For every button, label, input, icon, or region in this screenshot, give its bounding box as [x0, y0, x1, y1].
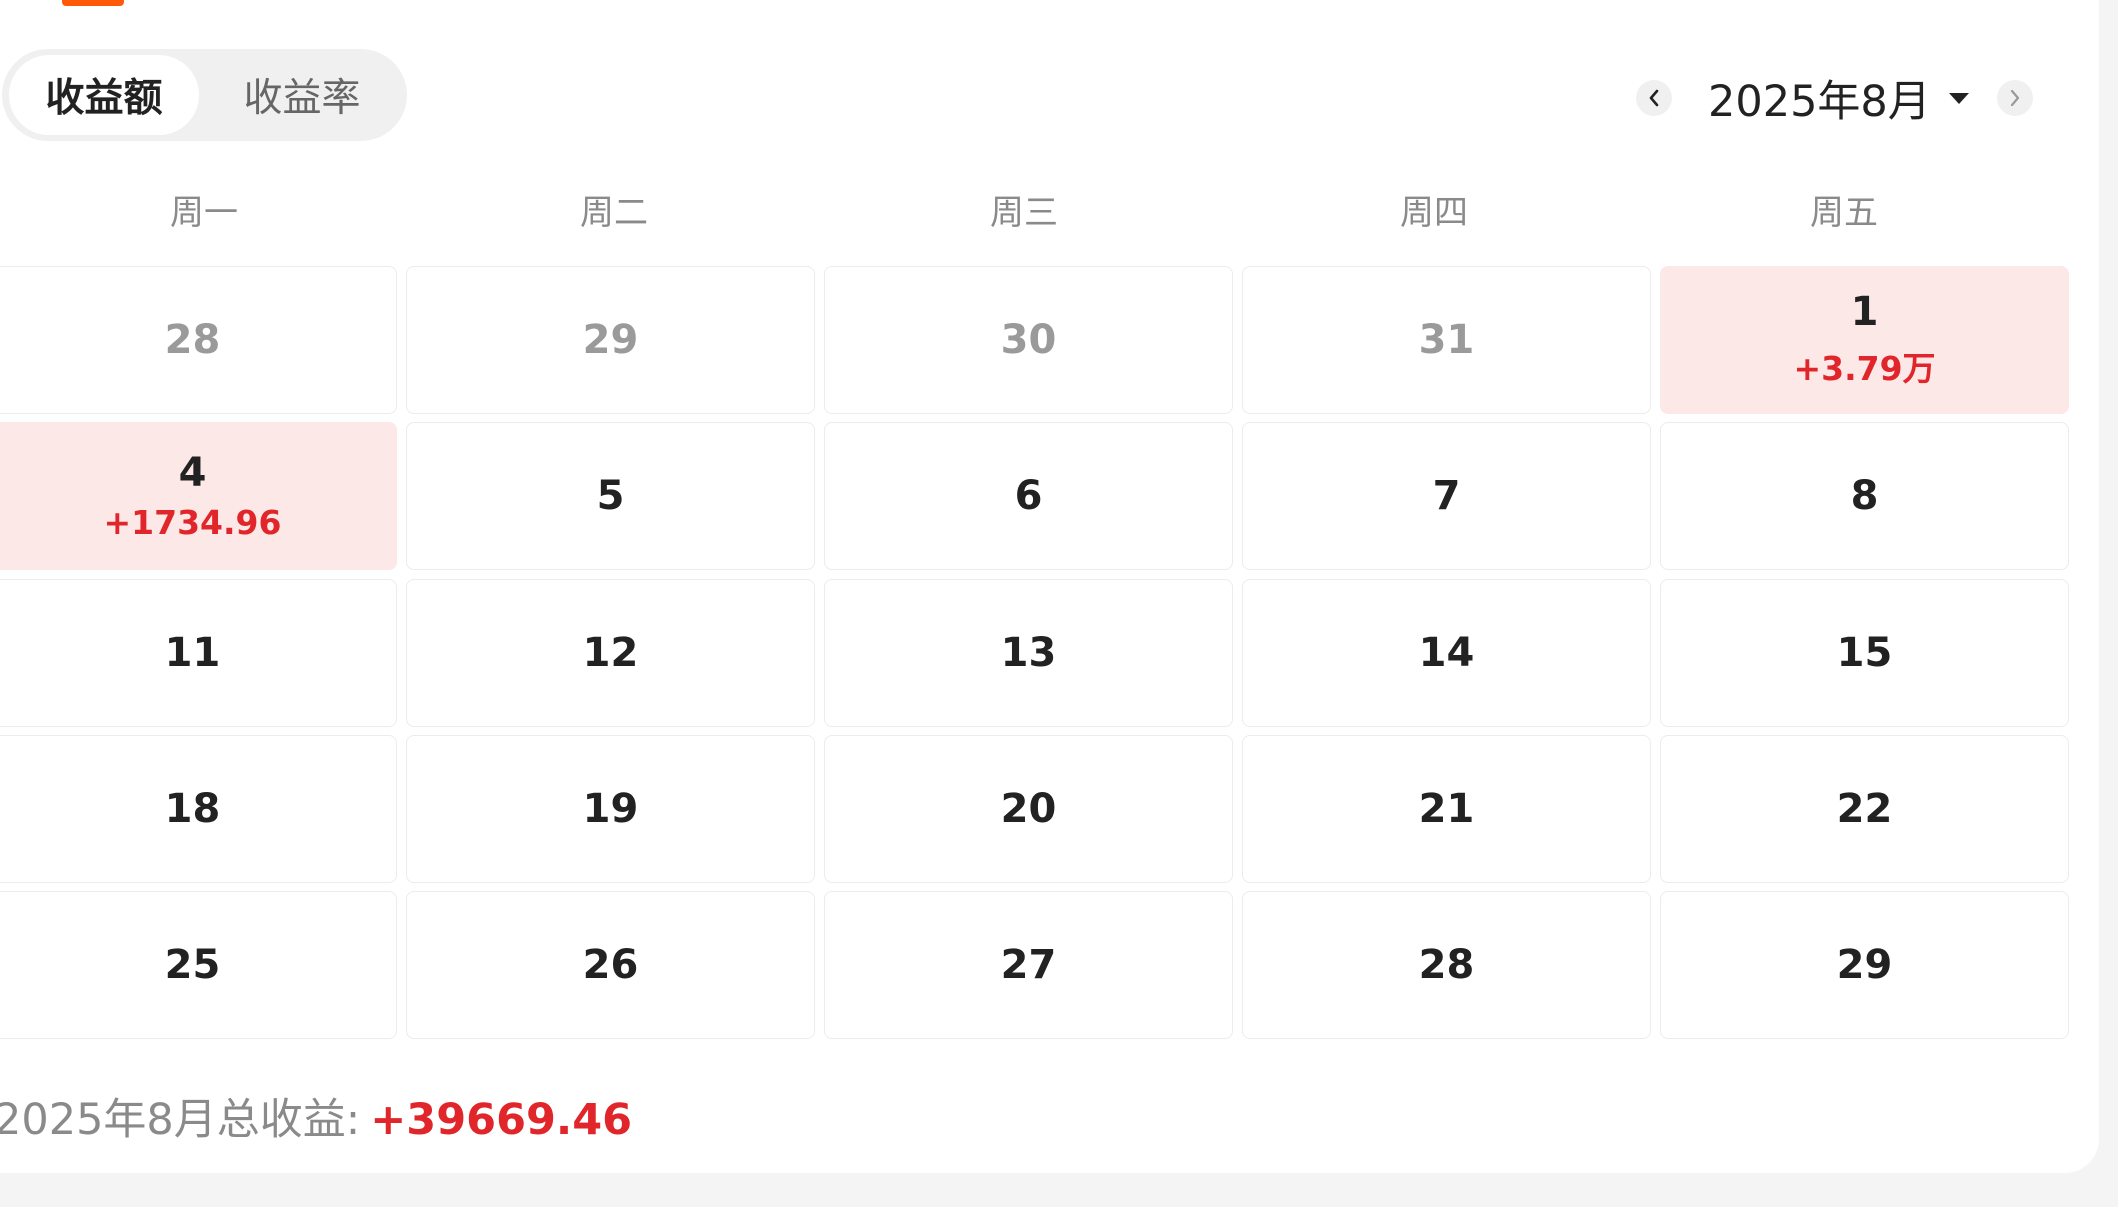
day-number: 27: [1000, 942, 1057, 988]
calendar-day-cell[interactable]: 14: [1242, 579, 1651, 727]
calendar-day-cell[interactable]: 12: [406, 579, 815, 727]
day-number: 22: [1836, 786, 1893, 832]
weekday-label: 周三: [990, 193, 1058, 233]
calendar-day-cell[interactable]: 31: [1242, 266, 1651, 414]
calendar-day-cell[interactable]: 13: [824, 579, 1233, 727]
calendar-day-cell[interactable]: 5: [406, 422, 815, 570]
calendar-day-cell[interactable]: 28: [1242, 891, 1651, 1039]
day-profit: +1734.96: [103, 502, 282, 542]
weekday-header: 周一 周二 周三 周四 周五: [0, 185, 2118, 235]
day-number: 13: [1000, 630, 1057, 676]
day-number: 4: [178, 449, 207, 496]
current-month-label: 2025年8月: [1708, 77, 1931, 127]
calendar-day-cell[interactable]: 26: [406, 891, 815, 1039]
day-number: 25: [164, 942, 221, 988]
calendar-day-cell[interactable]: 28: [0, 266, 397, 414]
tab-profit-rate[interactable]: 收益率: [207, 55, 397, 135]
day-number: 26: [582, 942, 639, 988]
page: 收益额 收益率 2025年8月 周一 周二 周三 周四 周五 28 29 30 31 1 +3.7…: [0, 0, 2118, 1207]
day-number: 8: [1850, 473, 1879, 519]
calendar-day-cell[interactable]: 25: [0, 891, 397, 1039]
day-number: 1: [1850, 289, 1879, 335]
calendar-day-cell[interactable]: 11: [0, 579, 397, 727]
day-number: 29: [1836, 942, 1893, 988]
day-number: 31: [1418, 317, 1475, 363]
tab-profit-amount[interactable]: 收益额: [9, 55, 199, 135]
day-number: 15: [1836, 630, 1893, 676]
calendar-day-cell[interactable]: 7: [1242, 422, 1651, 570]
month-picker[interactable]: 2025年8月: [1708, 67, 1969, 129]
day-number: 20: [1000, 786, 1057, 832]
day-number: 19: [582, 786, 639, 832]
month-navigator: 2025年8月: [1636, 67, 2033, 129]
summary-label: 2025年8月总收益:: [0, 1095, 361, 1145]
weekday-label: 周二: [580, 193, 648, 233]
weekday-label: 周一: [170, 193, 238, 233]
day-number: 5: [596, 473, 625, 519]
day-number: 28: [1418, 942, 1475, 988]
calendar-day-cell[interactable]: 29: [406, 266, 815, 414]
chevron-left-icon: [1649, 89, 1659, 107]
calendar-day-cell[interactable]: 6: [824, 422, 1233, 570]
caret-down-icon: [1948, 92, 1969, 104]
day-number: 6: [1014, 473, 1043, 519]
day-number: 21: [1418, 786, 1475, 832]
calendar-day-cell[interactable]: 4 +1734.96: [0, 422, 397, 570]
calendar-day-cell[interactable]: 21: [1242, 735, 1651, 883]
summary-total: +39669.46: [370, 1095, 633, 1145]
accent-indicator: [62, 0, 124, 6]
metric-toggle: 收益额 收益率: [2, 49, 407, 141]
calendar-day-cell[interactable]: 15: [1660, 579, 2069, 727]
calendar-day-cell[interactable]: 22: [1660, 735, 2069, 883]
calendar-day-cell[interactable]: 27: [824, 891, 1233, 1039]
calendar-day-cell[interactable]: 30: [824, 266, 1233, 414]
day-number: 28: [164, 317, 221, 363]
day-number: 29: [582, 317, 639, 363]
day-number: 7: [1432, 473, 1461, 519]
day-number: 12: [582, 630, 639, 676]
calendar-day-cell[interactable]: 20: [824, 735, 1233, 883]
day-number: 30: [1000, 317, 1057, 363]
prev-month-button[interactable]: [1636, 80, 1672, 116]
calendar-day-cell[interactable]: 29: [1660, 891, 2069, 1039]
day-number: 14: [1418, 630, 1475, 676]
monthly-summary: 2025年8月总收益: +39669.46: [0, 1085, 632, 1147]
day-profit: +3.79万: [1793, 349, 1936, 388]
day-number: 11: [164, 630, 221, 676]
weekday-label: 周四: [1400, 193, 1468, 233]
calendar-day-cell[interactable]: 1 +3.79万: [1660, 266, 2069, 414]
next-month-button[interactable]: [1996, 80, 2033, 116]
calendar-day-cell[interactable]: 18: [0, 735, 397, 883]
weekday-label: 周五: [1810, 193, 1878, 233]
chevron-right-icon: [2010, 89, 2019, 107]
calendar-day-cell[interactable]: 19: [406, 735, 815, 883]
calendar-day-cell[interactable]: 8: [1660, 422, 2069, 570]
day-number: 18: [164, 786, 221, 832]
